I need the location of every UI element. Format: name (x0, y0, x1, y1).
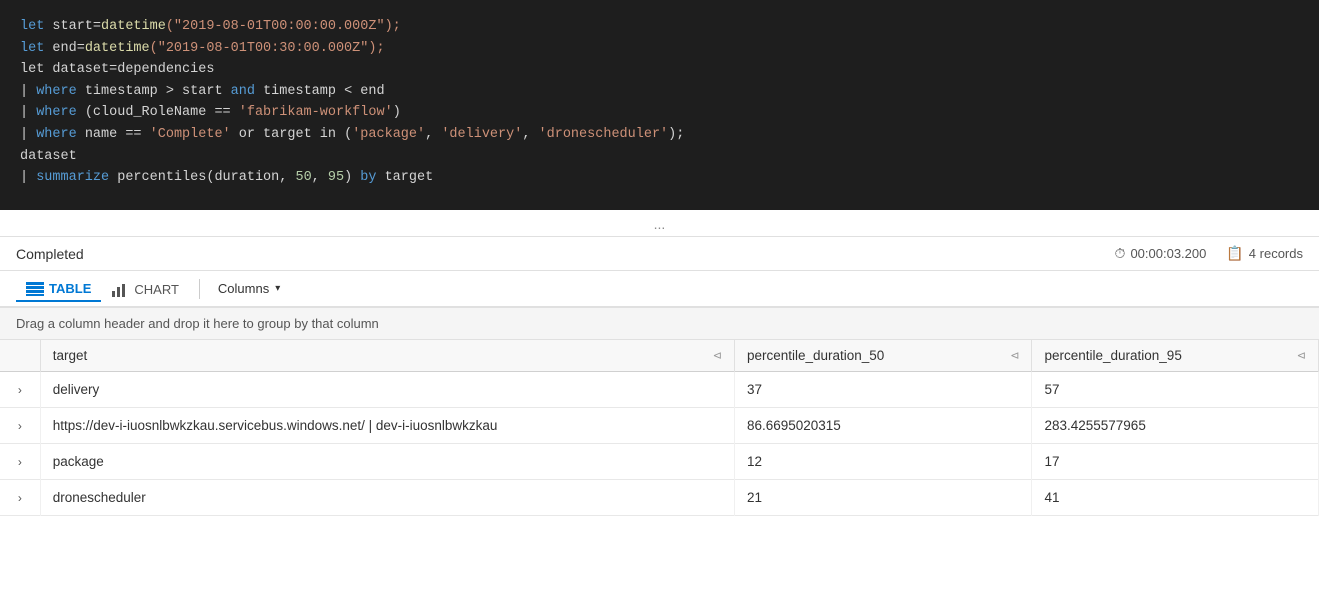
cell-p95: 41 (1032, 480, 1319, 516)
records-meta: 4 records (1226, 245, 1303, 262)
clock-icon (1115, 245, 1126, 262)
cell-target: delivery (40, 372, 734, 408)
columns-button[interactable]: Columns ▾ (210, 277, 288, 300)
group-hint: Drag a column header and drop it here to… (0, 308, 1319, 340)
row-expand-button[interactable]: › (14, 419, 26, 433)
filter-icon-p50[interactable]: ⊲ (1010, 349, 1019, 362)
table-row: › delivery3757 (0, 372, 1319, 408)
col-header-p50: percentile_duration_50 ⊲ (734, 340, 1032, 372)
filter-icon-target[interactable]: ⊲ (713, 349, 722, 362)
tab-table[interactable]: TABLE (16, 277, 101, 302)
results-status: Completed (16, 246, 84, 262)
chevron-down-icon: ▾ (275, 283, 280, 294)
results-meta: 00:00:03.200 4 records (1115, 245, 1303, 262)
results-header: Completed 00:00:03.200 4 records (0, 237, 1319, 271)
expand-col-header (0, 340, 40, 372)
table-icon (26, 282, 44, 296)
col-header-p95: percentile_duration_95 ⊲ (1032, 340, 1319, 372)
duration-meta: 00:00:03.200 (1115, 245, 1207, 262)
table-row: › package1217 (0, 444, 1319, 480)
col-header-target: target ⊲ (40, 340, 734, 372)
filter-icon-p95[interactable]: ⊲ (1297, 349, 1306, 362)
table-header-row: target ⊲ percentile_duration_50 ⊲ percen… (0, 340, 1319, 372)
results-table: target ⊲ percentile_duration_50 ⊲ percen… (0, 340, 1319, 516)
tab-chart[interactable]: CHART (101, 278, 189, 301)
code-editor: let start=datetime("2019-08-01T00:00:00.… (0, 0, 1319, 210)
cell-p95: 17 (1032, 444, 1319, 480)
results-toolbar: TABLE CHART Columns ▾ (0, 271, 1319, 308)
table-row: › dronescheduler2141 (0, 480, 1319, 516)
table-row: › https://dev-i-iuosnlbwkzkau.servicebus.… (0, 408, 1319, 444)
cell-p50: 37 (734, 372, 1032, 408)
row-expand-button[interactable]: › (14, 455, 26, 469)
cell-p50: 12 (734, 444, 1032, 480)
records-icon (1226, 245, 1243, 262)
cell-target: dronescheduler (40, 480, 734, 516)
toolbar-divider (199, 279, 200, 299)
cell-p50: 21 (734, 480, 1032, 516)
chart-icon (111, 283, 129, 297)
cell-target: package (40, 444, 734, 480)
code-ellipsis: ... (0, 210, 1319, 237)
records-value: 4 records (1249, 246, 1303, 261)
cell-target: https://dev-i-iuosnlbwkzkau.servicebus.w… (40, 408, 734, 444)
cell-p95: 283.4255577965 (1032, 408, 1319, 444)
cell-p95: 57 (1032, 372, 1319, 408)
cell-p50: 86.6695020315 (734, 408, 1032, 444)
row-expand-button[interactable]: › (14, 491, 26, 505)
row-expand-button[interactable]: › (14, 383, 26, 397)
duration-value: 00:00:03.200 (1130, 246, 1206, 261)
